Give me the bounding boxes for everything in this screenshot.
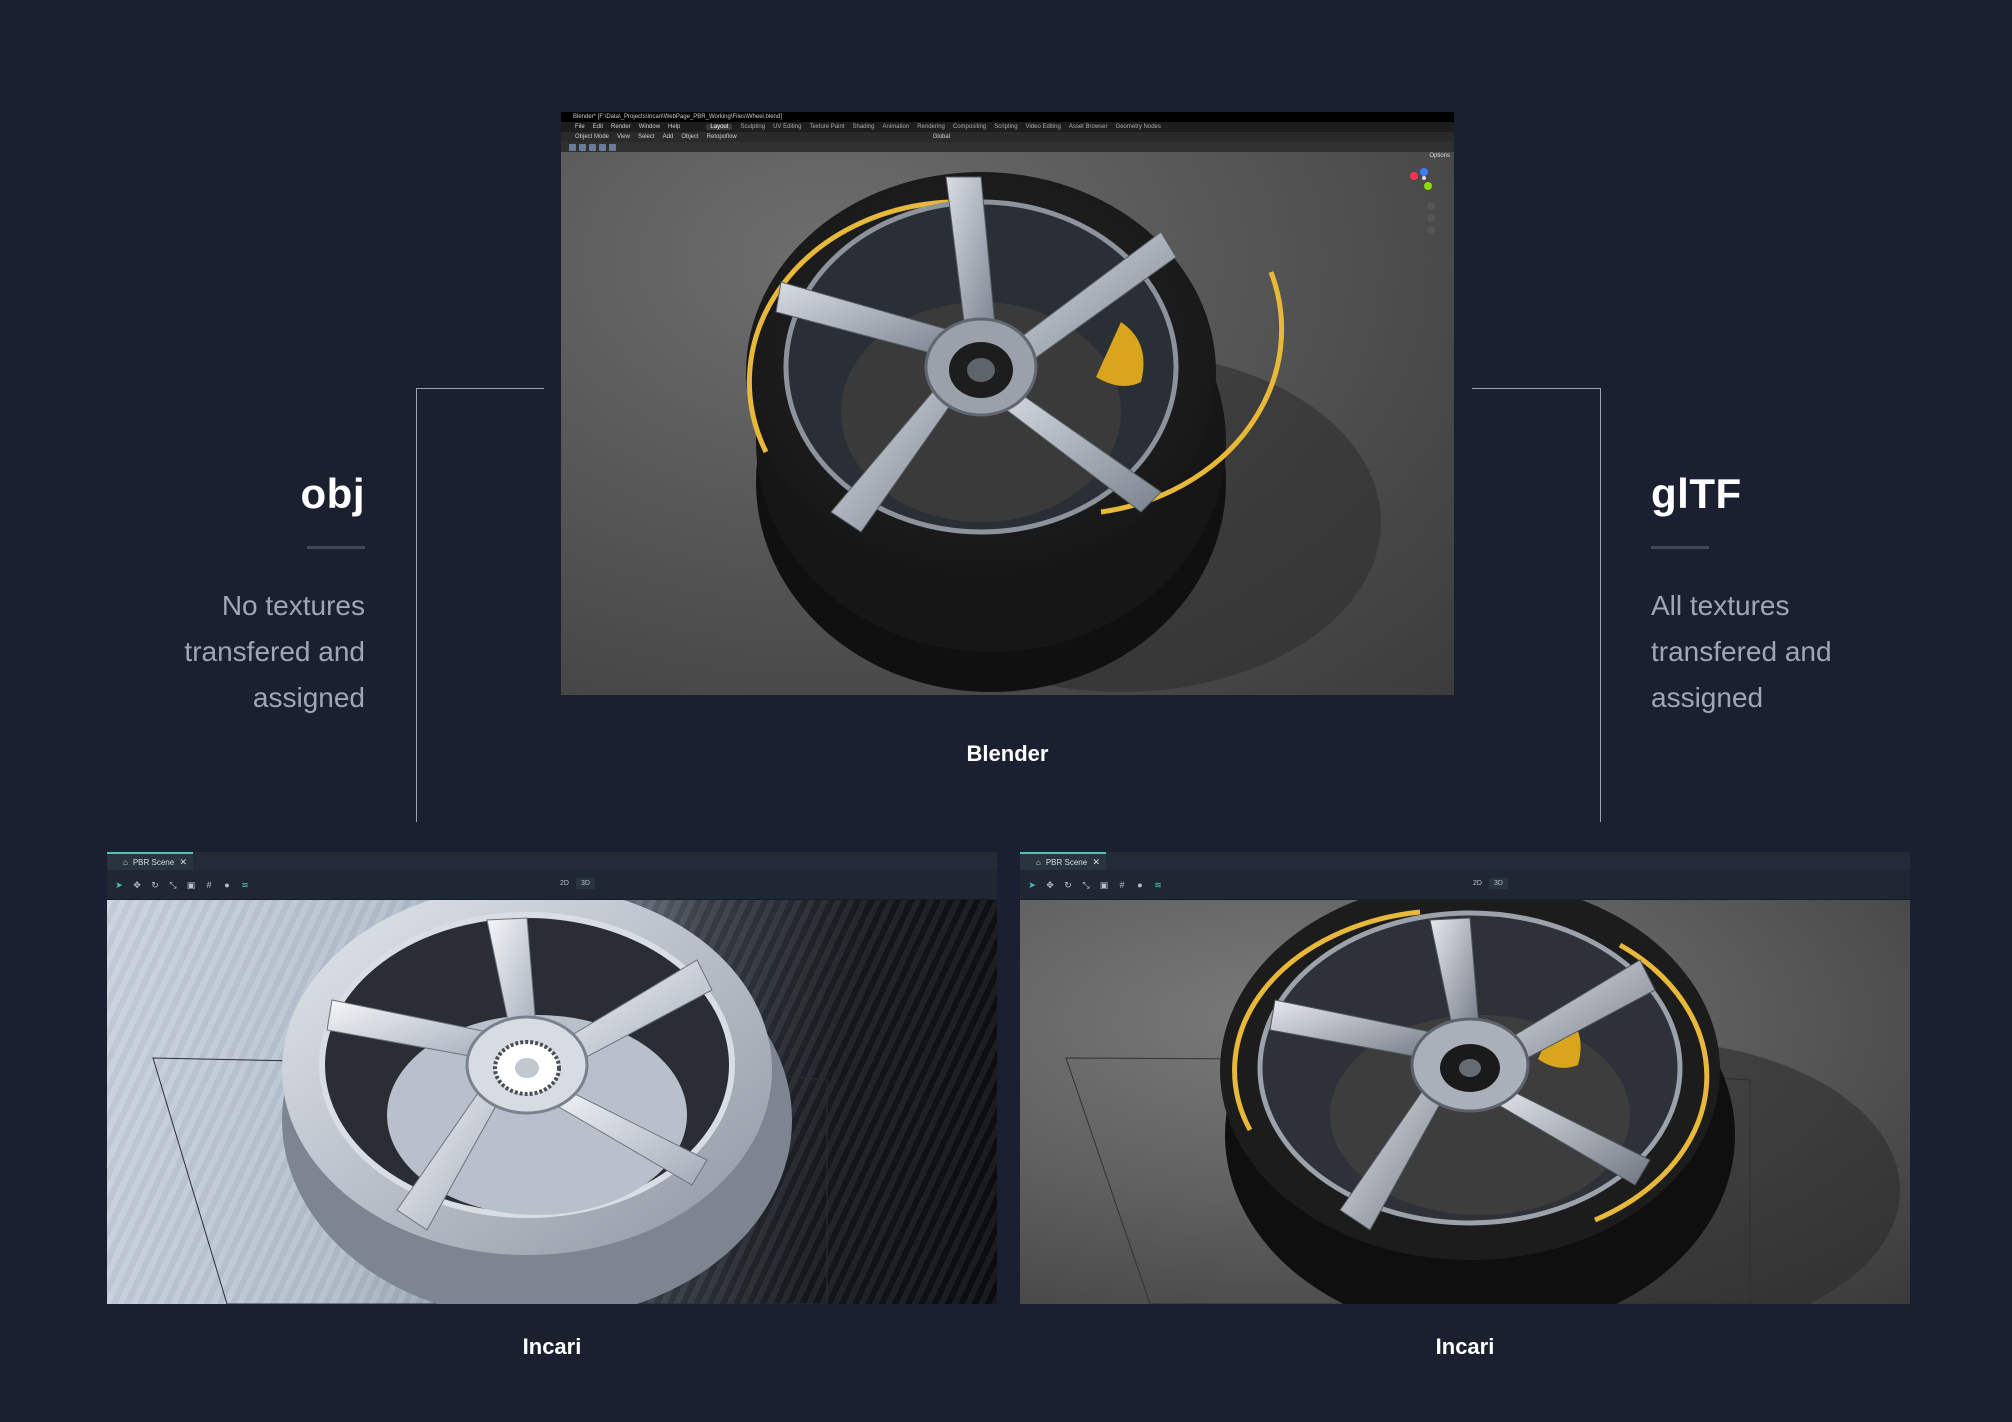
header-menu-view[interactable]: View <box>617 134 630 140</box>
tab-label: PBR Scene <box>132 857 175 867</box>
move-icon[interactable]: ✥ <box>1044 879 1056 891</box>
view-mode-toggle: 2D 3D <box>1468 878 1508 889</box>
incari-gltf-screenshot: ⌂ PBR Scene ✕ ➤ ✥ ↻ ⤡ ▣ # ● ≋ 2D 3D <box>1020 852 1910 1304</box>
tab-label: PBR Scene <box>1045 857 1088 867</box>
scene-icon: ⌂ <box>1036 857 1041 867</box>
workspace-tab-asset-browser[interactable]: Asset Browser <box>1069 124 1108 130</box>
rotate-icon[interactable]: ↻ <box>1062 879 1074 891</box>
mode-3d-button[interactable]: 3D <box>575 878 595 889</box>
select-intersect-icon[interactable] <box>609 143 616 151</box>
incari-toolbar: ➤ ✥ ↻ ⤡ ▣ # ● ≋ 2D 3D <box>107 870 997 900</box>
scale-icon[interactable]: ⤡ <box>1080 879 1092 891</box>
select-extend-icon[interactable] <box>579 143 586 151</box>
obj-desc-line-3: assigned <box>252 682 365 713</box>
blender-caption: Blender <box>966 741 1049 766</box>
select-box-icon[interactable] <box>569 143 576 151</box>
grid-icon[interactable]: # <box>1116 879 1128 891</box>
frame-icon[interactable]: ▣ <box>185 879 197 891</box>
move-icon[interactable]: ✥ <box>131 879 143 891</box>
incari-tab-bar: ⌂ PBR Scene ✕ <box>107 852 997 870</box>
grid-icon[interactable]: # <box>203 879 215 891</box>
workspace-tab-uv-editing[interactable]: UV Editing <box>773 124 801 130</box>
workspace-tab-compositing[interactable]: Compositing <box>953 124 986 130</box>
close-icon[interactable]: ✕ <box>179 857 187 868</box>
workspace-tab-shading[interactable]: Shading <box>852 124 874 130</box>
gltf-format-title: glTF <box>1651 470 1742 517</box>
wifi-icon[interactable]: ≋ <box>1152 879 1164 891</box>
select-subtract-icon[interactable] <box>589 143 596 151</box>
blender-header-bar: Object Mode View Select Add Object Retop… <box>561 132 1454 142</box>
mode-2d-button[interactable]: 2D <box>555 878 574 889</box>
obj-wheel-render <box>152 900 828 1304</box>
obj-format-block: obj No textures transfered and assigned <box>140 470 365 721</box>
wifi-icon[interactable]: ≋ <box>239 879 251 891</box>
blender-screenshot: Blender* [F:\Data\_Projects\Incari\WebPa… <box>561 112 1454 695</box>
select-invert-icon[interactable] <box>599 143 606 151</box>
light-icon[interactable]: ● <box>221 879 233 891</box>
incari-obj-viewport[interactable] <box>107 900 997 1304</box>
workspace-tab-texture-paint[interactable]: Texture Paint <box>809 124 844 130</box>
incari-tab-bar: ⌂ PBR Scene ✕ <box>1020 852 1910 870</box>
header-menu-retopoflow[interactable]: Retopoflow <box>707 134 737 140</box>
workspace-tab-rendering[interactable]: Rendering <box>917 124 945 130</box>
blender-3d-viewport[interactable]: Options <box>561 152 1454 695</box>
mode-3d-button[interactable]: 3D <box>1488 878 1508 889</box>
blender-menu-file[interactable]: File <box>575 124 585 130</box>
obj-desc-line-1: No textures <box>221 590 365 621</box>
workspace-tab-sculpting[interactable]: Sculpting <box>740 124 765 130</box>
scale-icon[interactable]: ⤡ <box>167 879 179 891</box>
view-mode-toggle: 2D 3D <box>555 878 595 889</box>
workspace-tab-layout[interactable]: Layout <box>706 124 733 130</box>
gltf-format-block: glTF All textures transfered and assigne… <box>1651 470 1911 721</box>
blender-menu-edit[interactable]: Edit <box>593 124 603 130</box>
incari-toolbar: ➤ ✥ ↻ ⤡ ▣ # ● ≋ 2D 3D <box>1020 870 1910 900</box>
transform-orientation-select[interactable]: Global <box>933 134 950 140</box>
incari-obj-screenshot: ⌂ PBR Scene ✕ ➤ ✥ ↻ ⤡ ▣ # ● ≋ 2D 3D <box>107 852 997 1304</box>
header-menu-object[interactable]: Object <box>681 134 698 140</box>
tab-pbr-scene[interactable]: ⌂ PBR Scene ✕ <box>107 852 193 870</box>
gltf-title-underline <box>1651 546 1709 549</box>
blender-menu-help[interactable]: Help <box>668 124 680 130</box>
gltf-wheel-render <box>1065 900 1900 1304</box>
cursor-icon[interactable]: ➤ <box>113 879 125 891</box>
light-icon[interactable]: ● <box>1134 879 1146 891</box>
blender-title-bar: Blender* [F:\Data\_Projects\Incari\WebPa… <box>561 112 1454 122</box>
obj-format-title: obj <box>300 470 365 517</box>
gltf-desc-line-3: assigned <box>1651 682 1764 713</box>
rotate-icon[interactable]: ↻ <box>149 879 161 891</box>
gltf-desc-line-1: All textures <box>1651 590 1790 621</box>
object-mode-select[interactable]: Object Mode <box>575 134 609 140</box>
blender-menu-render[interactable]: Render <box>611 124 631 130</box>
incari-gltf-caption: Incari <box>1435 1334 1495 1359</box>
workspace-tab-video-editing[interactable]: Video Editing <box>1026 124 1061 130</box>
blender-menu-bar: File Edit Render Window Help Layout Scul… <box>561 122 1454 132</box>
right-connector-horizontal <box>1472 388 1600 389</box>
navigation-gizmo-icon[interactable] <box>1404 158 1444 258</box>
header-menu-select[interactable]: Select <box>638 134 655 140</box>
close-icon[interactable]: ✕ <box>1092 857 1100 868</box>
blender-wheel-render <box>746 172 1381 692</box>
blender-tool-row <box>561 142 1454 152</box>
incari-gltf-viewport[interactable] <box>1020 900 1910 1304</box>
tab-pbr-scene[interactable]: ⌂ PBR Scene ✕ <box>1020 852 1106 870</box>
right-connector-vertical <box>1600 388 1601 822</box>
left-connector-vertical <box>416 388 417 822</box>
left-connector-horizontal <box>416 388 544 389</box>
obj-title-underline <box>307 546 365 549</box>
workspace-tab-geometry-nodes[interactable]: Geometry Nodes <box>1116 124 1161 130</box>
header-menu-add[interactable]: Add <box>663 134 674 140</box>
workspace-tab-animation[interactable]: Animation <box>883 124 910 130</box>
frame-icon[interactable]: ▣ <box>1098 879 1110 891</box>
blender-menu-window[interactable]: Window <box>639 124 660 130</box>
gltf-desc-line-2: transfered and <box>1651 636 1832 667</box>
obj-desc-line-2: transfered and <box>184 636 365 667</box>
workspace-tab-scripting[interactable]: Scripting <box>994 124 1017 130</box>
cursor-icon[interactable]: ➤ <box>1026 879 1038 891</box>
mode-2d-button[interactable]: 2D <box>1468 878 1487 889</box>
incari-obj-caption: Incari <box>522 1334 582 1359</box>
scene-icon: ⌂ <box>123 857 128 867</box>
